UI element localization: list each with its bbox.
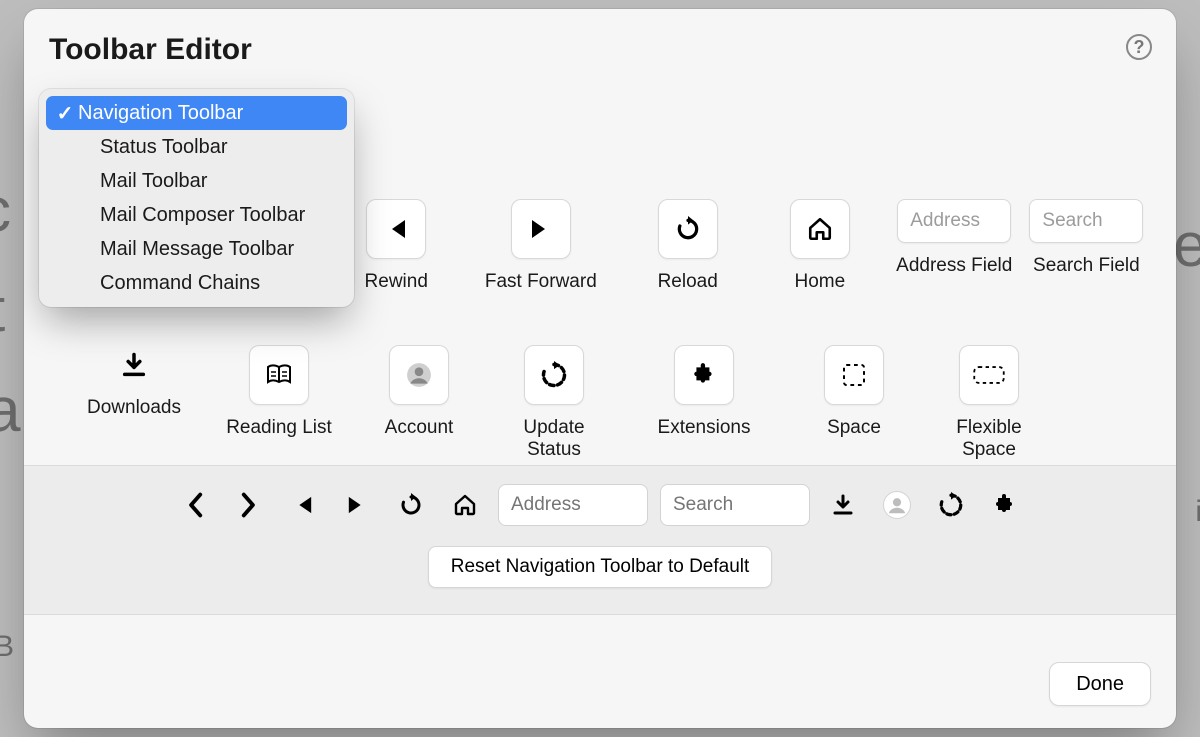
fast-forward-icon bbox=[347, 494, 367, 516]
help-icon: ? bbox=[1134, 37, 1145, 58]
toolbar-item-space[interactable]: Space bbox=[789, 345, 919, 461]
extensions-button[interactable] bbox=[991, 491, 1019, 519]
forward-button[interactable] bbox=[235, 491, 263, 519]
toolbar-item-downloads[interactable]: Downloads bbox=[69, 345, 199, 461]
toolbar-item-home[interactable]: Home bbox=[760, 199, 880, 293]
bg-text: ix bbox=[1195, 495, 1200, 529]
home-button[interactable] bbox=[451, 491, 479, 519]
toolbar-item-update-status[interactable]: Update Status bbox=[489, 345, 619, 461]
dropdown-item-mail-toolbar[interactable]: ✓Mail Toolbar bbox=[46, 164, 347, 198]
bg-text: t bbox=[0, 275, 6, 346]
reload-icon bbox=[658, 199, 718, 259]
dropdown-item-command-chains[interactable]: ✓Command Chains bbox=[46, 266, 347, 300]
bg-text: e bbox=[1173, 210, 1200, 281]
update-status-icon bbox=[524, 345, 584, 405]
fast-forward-button[interactable] bbox=[343, 491, 371, 519]
update-status-icon bbox=[938, 492, 964, 518]
available-items-row: Downloads Reading List Account Update St… bbox=[69, 345, 1144, 461]
home-icon bbox=[790, 199, 850, 259]
address-input[interactable] bbox=[498, 484, 648, 526]
toolbar-item-rewind[interactable]: Rewind bbox=[336, 199, 456, 293]
reading-list-icon bbox=[249, 345, 309, 405]
update-status-button[interactable] bbox=[937, 491, 965, 519]
help-button[interactable]: ? bbox=[1126, 34, 1152, 60]
bg-text: c bbox=[0, 175, 12, 246]
toolbar-item-address-field[interactable]: Address Address Field bbox=[890, 199, 1019, 293]
account-button[interactable] bbox=[883, 491, 911, 519]
chevron-left-icon bbox=[186, 492, 204, 518]
rewind-icon bbox=[293, 494, 313, 516]
bg-text: B bbox=[0, 630, 15, 664]
search-field-placeholder: Search bbox=[1029, 199, 1143, 243]
toolbar-item-fast-forward[interactable]: Fast Forward bbox=[466, 199, 615, 293]
back-button[interactable] bbox=[181, 491, 209, 519]
downloads-icon bbox=[831, 493, 855, 517]
checkmark-icon: ✓ bbox=[54, 101, 76, 126]
account-icon bbox=[883, 491, 911, 519]
dropdown-item-mail-composer-toolbar[interactable]: ✓Mail Composer Toolbar bbox=[46, 198, 347, 232]
search-input[interactable] bbox=[660, 484, 810, 526]
reload-button[interactable] bbox=[397, 491, 425, 519]
dropdown-item-navigation-toolbar[interactable]: ✓ Navigation Toolbar bbox=[46, 96, 347, 130]
fast-forward-icon bbox=[511, 199, 571, 259]
toolbar-item-flexible-space[interactable]: Flexible Space bbox=[929, 345, 1049, 461]
dialog-title: Toolbar Editor bbox=[49, 33, 252, 67]
done-button[interactable]: Done bbox=[1049, 662, 1151, 706]
toolbar-editor-dialog: Toolbar Editor ? Rewind Fast Forward bbox=[24, 9, 1176, 728]
toolbar-preview: Reset Navigation Toolbar to Default bbox=[24, 465, 1176, 615]
toolbar-item-search-field[interactable]: Search Search Field bbox=[1029, 199, 1144, 293]
flexible-space-icon bbox=[959, 345, 1019, 405]
chevron-right-icon bbox=[240, 492, 258, 518]
account-icon bbox=[389, 345, 449, 405]
toolbar-item-reload[interactable]: Reload bbox=[625, 199, 749, 293]
dropdown-item-status-toolbar[interactable]: ✓Status Toolbar bbox=[46, 130, 347, 164]
dropdown-item-mail-message-toolbar[interactable]: ✓Mail Message Toolbar bbox=[46, 232, 347, 266]
downloads-button[interactable] bbox=[829, 491, 857, 519]
home-icon bbox=[453, 493, 477, 517]
downloads-icon bbox=[104, 345, 164, 385]
extensions-icon bbox=[993, 493, 1017, 517]
bg-text: a bbox=[0, 375, 21, 446]
reload-icon bbox=[399, 493, 423, 517]
toolbar-preview-inner bbox=[24, 484, 1176, 526]
toolbar-item-reading-list[interactable]: Reading List bbox=[209, 345, 349, 461]
space-icon bbox=[824, 345, 884, 405]
extensions-icon bbox=[674, 345, 734, 405]
address-field-placeholder: Address bbox=[897, 199, 1011, 243]
toolbar-item-extensions[interactable]: Extensions bbox=[629, 345, 779, 461]
rewind-button[interactable] bbox=[289, 491, 317, 519]
toolbar-selector-dropdown[interactable]: ✓ Navigation Toolbar ✓Status Toolbar ✓Ma… bbox=[39, 89, 354, 307]
toolbar-item-account[interactable]: Account bbox=[359, 345, 479, 461]
rewind-icon bbox=[366, 199, 426, 259]
reset-toolbar-button[interactable]: Reset Navigation Toolbar to Default bbox=[428, 546, 773, 588]
